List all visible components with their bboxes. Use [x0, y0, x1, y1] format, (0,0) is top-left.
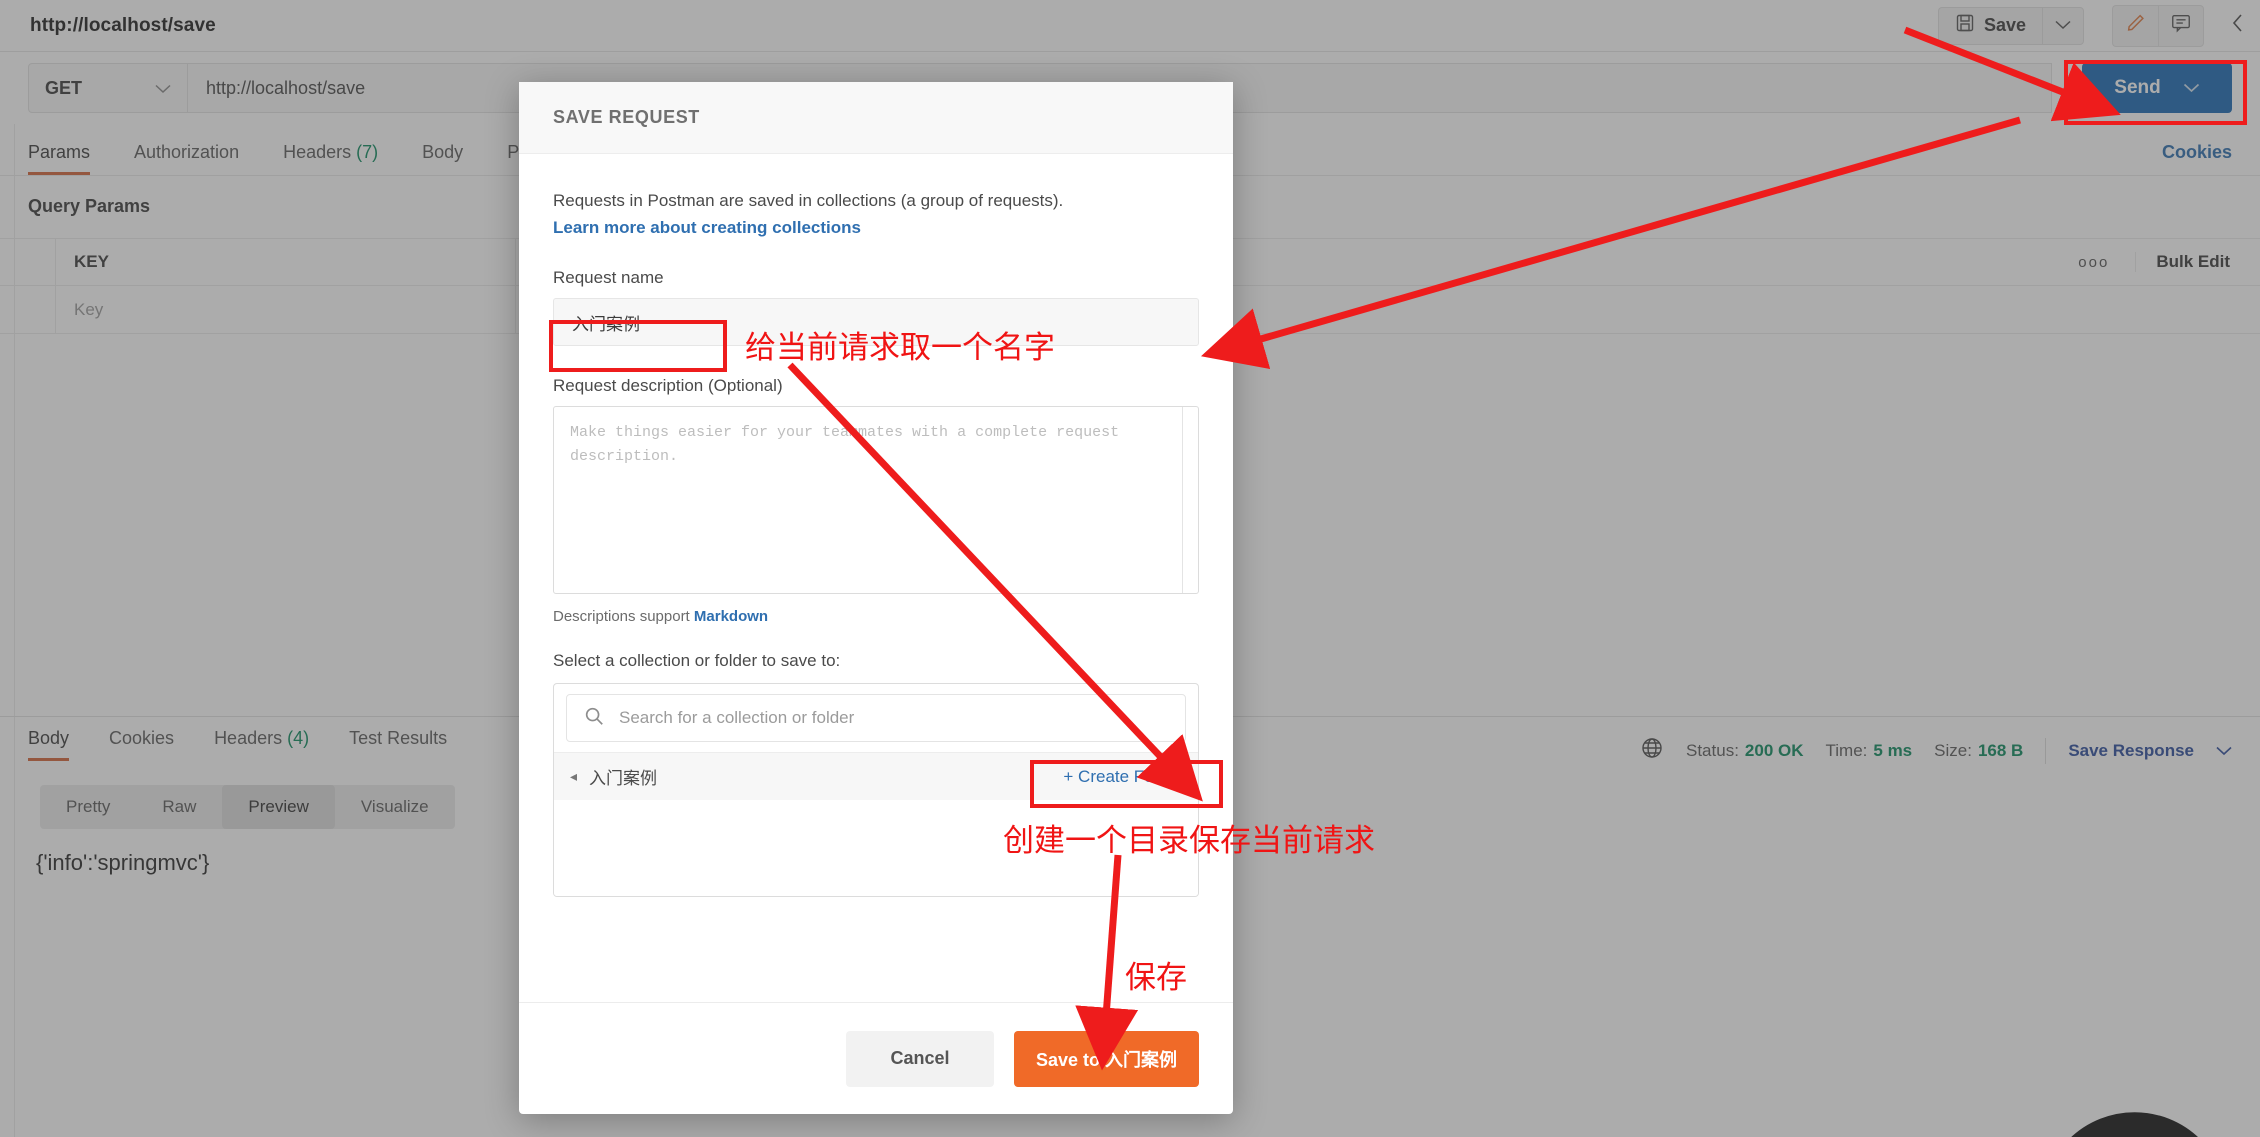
request-description-label: Request description (Optional) — [553, 376, 783, 396]
request-name-input[interactable]: 入门案例 — [553, 298, 1199, 347]
textarea-scrollbar[interactable] — [1182, 407, 1198, 594]
save-to-collection-button[interactable]: Save to 入门案例 — [1013, 1030, 1199, 1087]
cancel-button[interactable]: Cancel — [845, 1030, 994, 1087]
markdown-link[interactable]: Markdown — [694, 608, 768, 625]
markdown-note-prefix: Descriptions support — [553, 608, 694, 626]
create-folder-button[interactable]: + Create Folder — [1063, 767, 1182, 787]
request-description-textarea[interactable]: Make things easier for your teammates wi… — [553, 406, 1199, 595]
collection-search-placeholder: Search for a collection or folder — [619, 708, 855, 728]
request-name-label: Request name — [553, 268, 664, 288]
search-icon — [583, 705, 605, 732]
collection-row-name: 入门案例 — [589, 769, 658, 789]
modal-title: SAVE REQUEST — [519, 82, 1233, 154]
collection-picker: Search for a collection or folder ◂ 入门案例… — [553, 683, 1199, 898]
modal-intro-text: Requests in Postman are saved in collect… — [553, 191, 1064, 210]
collection-row[interactable]: ◂ 入门案例 + Create Folder — [554, 752, 1198, 801]
save-request-modal: SAVE REQUEST Requests in Postman are sav… — [519, 82, 1233, 1114]
modal-body: Requests in Postman are saved in collect… — [519, 154, 1233, 1002]
collection-search-input[interactable]: Search for a collection or folder — [566, 694, 1186, 743]
modal-footer: Cancel Save to 入门案例 — [519, 1002, 1233, 1114]
learn-more-link[interactable]: Learn more about creating collections — [553, 218, 1199, 238]
request-description-placeholder: Make things easier for your teammates wi… — [570, 424, 1120, 466]
screenshot-root: http://localhost/save Save GET http://lo… — [0, 0, 2260, 1137]
select-collection-label: Select a collection or folder to save to… — [553, 651, 841, 671]
triangle-collapse-icon[interactable]: ◂ — [570, 768, 577, 785]
collection-tree-body — [554, 800, 1198, 897]
markdown-note: Descriptions support Markdown — [553, 608, 1199, 625]
